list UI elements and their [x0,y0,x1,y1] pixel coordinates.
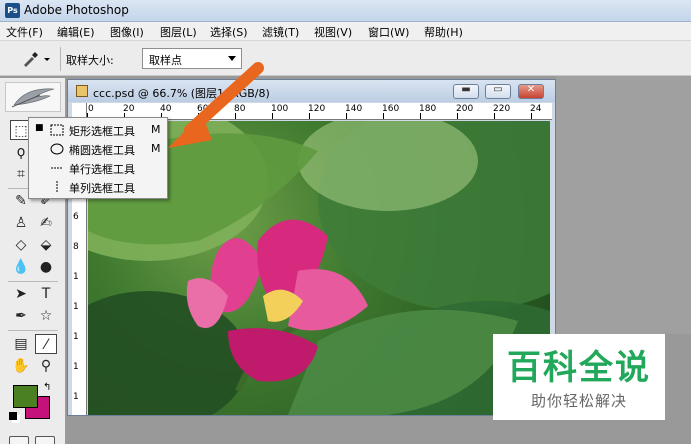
menu-bar: 文件(F) 编辑(E) 图像(I) 图层(L) 选择(S) 滤镜(T) 视图(V… [0,22,691,41]
single-row-marquee-icon [51,167,63,169]
ruler-tick [457,113,458,119]
options-separator [60,47,61,71]
dodge-tool-icon[interactable]: ● [35,257,57,277]
pen-tool-icon[interactable]: ✒ [10,306,32,326]
ruler-tick [531,113,532,119]
document-title-bar[interactable]: ccc.psd @ 66.7% (图层1, RGB/8) ▬ ▭ ✕ [68,80,555,102]
toolbox-separator [8,330,58,331]
menu-image[interactable]: 图像(I) [110,24,144,40]
hand-tool-icon[interactable]: ✋ [10,356,32,376]
type-tool-icon[interactable]: T [35,284,57,304]
ellipse-marquee-icon [50,143,64,155]
menu-file[interactable]: 文件(F) [6,24,43,40]
ruler-tick [494,113,495,119]
watermark-subtitle: 助你轻松解决 [530,392,627,410]
toolbox-separator [8,281,58,282]
ruler-h-label: 120 [308,104,326,114]
default-colors-icon[interactable] [9,412,17,420]
ruler-h-label: 180 [419,104,437,114]
ruler-h-label: 140 [345,104,363,114]
ruler-tick [346,113,347,119]
sample-size-label: 取样大小: [66,54,114,67]
ruler-v-label: 8 [73,242,79,252]
menu-layer[interactable]: 图层(L) [160,24,197,40]
eyedropper-tool-icon[interactable]: ⁄ [35,334,57,354]
ruler-h-label: 100 [271,104,289,114]
ruler-tick [272,113,273,119]
ruler-tick [420,113,421,119]
selected-marker-icon: ■ [35,123,44,133]
watermark-title: 百科全说 [507,348,651,388]
eraser-tool-icon[interactable]: ◇ [10,235,32,255]
single-row-marquee-menu-item[interactable]: 单行选框工具 [29,159,167,178]
app-title: Adobe Photoshop [24,3,129,17]
quick-mask-icon[interactable] [35,436,55,444]
ruler-h-label: 0 [88,104,94,114]
shape-tool-icon[interactable]: ☆ [35,306,57,326]
path-select-icon[interactable]: ➤ [10,284,32,304]
blur-tool-icon[interactable]: 💧 [10,257,32,277]
zoom-tool-icon[interactable]: ⚲ [35,356,57,376]
single-column-marquee-label: 单列选框工具 [69,182,135,195]
paint-bucket-icon[interactable]: ⬙ [35,235,57,255]
stamp-tool-icon[interactable]: ♙ [10,213,32,233]
ruler-v-label: 1 [73,362,79,372]
eyedropper-icon[interactable] [18,50,56,68]
menu-help[interactable]: 帮助(H) [424,24,463,40]
app-title-bar: Ps Adobe Photoshop [0,0,691,22]
workspace-panel [556,76,691,334]
document-icon [76,85,88,97]
marquee-tools-flyout: ■ 矩形选框工具 M 椭圆选框工具 M 单行选框工具 单列选框工具 [28,117,168,199]
ellipse-marquee-label: 椭圆选框工具 [69,144,135,157]
history-brush-icon[interactable]: ✍ [35,213,57,233]
menu-window[interactable]: 窗口(W) [368,24,409,40]
ruler-tick [309,113,310,119]
single-column-marquee-menu-item[interactable]: 单列选框工具 [29,178,167,197]
ruler-v-label: 6 [73,212,79,222]
ruler-h-label: 220 [493,104,511,114]
options-bar: 取样大小: 取样点 [0,41,691,76]
ruler-h-label: 200 [456,104,474,114]
rect-marquee-icon [50,124,64,136]
ruler-v-label: 1 [73,392,79,402]
ellipse-marquee-menu-item[interactable]: 椭圆选框工具 M [29,140,167,159]
annotation-arrow-icon [168,62,264,148]
swap-colors-icon[interactable]: ↰ [43,382,51,393]
ruler-h-label: 160 [382,104,400,114]
feather-logo-icon [5,82,61,112]
menu-view[interactable]: 视图(V) [314,24,352,40]
menu-edit[interactable]: 编辑(E) [57,24,95,40]
single-row-marquee-label: 单行选框工具 [69,163,135,176]
notes-tool-icon[interactable]: ▤ [10,334,32,354]
menu-filter[interactable]: 滤镜(T) [262,24,299,40]
ruler-v-label: 1 [73,332,79,342]
ruler-tick [383,113,384,119]
watermark: 百科全说 助你轻松解决 [493,334,665,420]
ruler-v-label: 1 [73,302,79,312]
foreground-color-swatch[interactable] [13,385,38,408]
rect-marquee-menu-item[interactable]: ■ 矩形选框工具 M [29,121,167,140]
standard-mode-icon[interactable] [9,436,29,444]
minimize-button[interactable]: ▬ [453,84,479,99]
maximize-button[interactable]: ▭ [485,84,511,99]
close-button[interactable]: ✕ [518,84,544,99]
ruler-v-label: 1 [73,272,79,282]
single-column-marquee-icon [56,181,58,193]
rect-marquee-label: 矩形选框工具 [69,125,135,138]
menu-select[interactable]: 选择(S) [210,24,248,40]
photoshop-icon: Ps [5,3,20,18]
